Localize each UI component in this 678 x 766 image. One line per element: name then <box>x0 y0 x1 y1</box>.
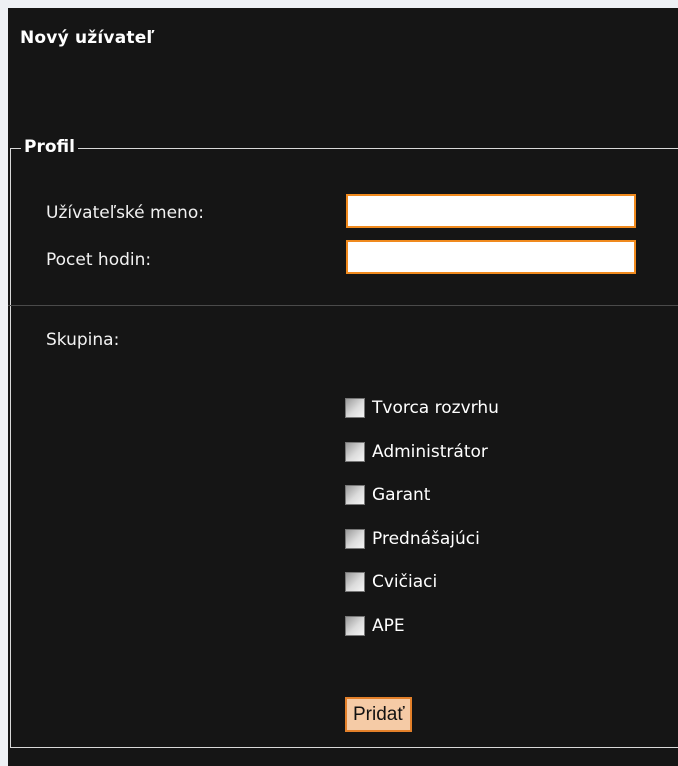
checkbox-tvorca-rozvrhu[interactable] <box>345 398 365 418</box>
username-input[interactable] <box>346 194 636 228</box>
group-option-label: Administrátor <box>372 442 488 462</box>
section-divider <box>8 305 678 306</box>
group-option-administrator[interactable]: Administrátor <box>345 442 488 462</box>
profile-legend: Profil <box>21 137 78 157</box>
form-panel: Nový užívateľ Profil Užívateľské meno: P… <box>8 8 678 766</box>
username-label: Užívateľské meno: <box>46 203 204 223</box>
hours-input[interactable] <box>346 240 636 274</box>
checkbox-ape[interactable] <box>345 616 365 636</box>
group-label: Skupina: <box>46 330 120 350</box>
group-option-label: Prednášajúci <box>372 529 480 549</box>
add-user-button[interactable]: Pridať <box>345 697 413 732</box>
group-option-ape[interactable]: APE <box>345 616 405 636</box>
group-option-label: Tvorca rozvrhu <box>372 398 499 418</box>
checkbox-administrator[interactable] <box>345 442 365 462</box>
group-option-garant[interactable]: Garant <box>345 485 430 505</box>
group-option-label: Garant <box>372 485 431 505</box>
group-option-prednasajuci[interactable]: Prednášajúci <box>345 529 480 549</box>
group-option-label: Cvičiaci <box>372 572 438 592</box>
checkbox-cviciaci[interactable] <box>345 572 365 592</box>
group-option-label: APE <box>372 616 405 636</box>
page-title: Nový užívateľ <box>20 28 155 48</box>
group-option-cviciaci[interactable]: Cvičiaci <box>345 572 437 592</box>
profile-fieldset: Profil <box>10 137 678 748</box>
group-option-tvorca-rozvrhu[interactable]: Tvorca rozvrhu <box>345 398 499 418</box>
hours-label: Pocet hodin: <box>46 250 152 270</box>
checkbox-garant[interactable] <box>345 485 365 505</box>
checkbox-prednasajuci[interactable] <box>345 529 365 549</box>
